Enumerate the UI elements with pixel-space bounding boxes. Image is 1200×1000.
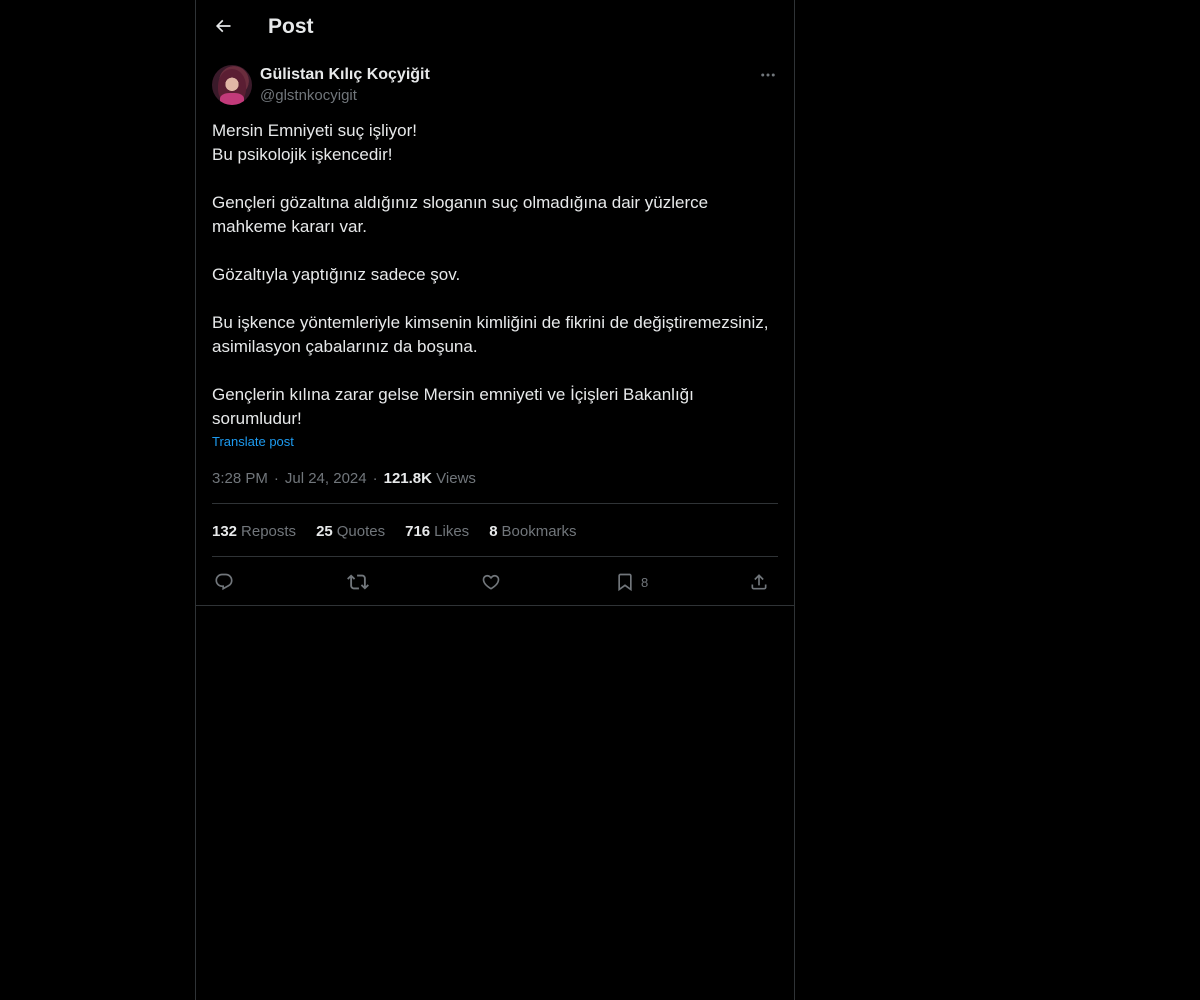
bookmark-count: 8: [641, 574, 649, 590]
author-display-name[interactable]: Gülistan Kılıç Koçyiğit: [260, 65, 430, 85]
reposts-stat[interactable]: 132 Reposts: [212, 522, 296, 542]
post-paragraph: Gözaltıyla yaptığınız sadece şov.: [212, 265, 461, 284]
more-horizontal-icon: [761, 73, 775, 77]
quotes-stat[interactable]: 25 Quotes: [316, 522, 385, 542]
more-options-button[interactable]: [758, 65, 778, 85]
post: Gülistan Kılıç Koçyiğit @glstnkocyigit M…: [196, 53, 794, 606]
stat-label: Reposts: [241, 523, 297, 540]
stat-label: Likes: [434, 523, 470, 540]
share-button[interactable]: [749, 570, 769, 594]
post-text: Mersin Emniyeti suç işliyor! Bu psikoloj…: [212, 119, 772, 431]
stat-count: 132: [212, 523, 238, 540]
author-handle[interactable]: @glstnkocyigit: [260, 86, 357, 106]
post-meta: 3:28 PM · Jul 24, 2024 · 121.8K Views: [212, 469, 476, 489]
like-button[interactable]: [481, 570, 501, 594]
divider: [212, 503, 778, 504]
stat-count: 8: [489, 523, 498, 540]
reply-button[interactable]: [214, 570, 234, 594]
stat-count: 716: [405, 523, 431, 540]
post-paragraph: Bu işkence yöntemleriyle kimsenin kimliğ…: [212, 313, 769, 356]
post-time[interactable]: 3:28 PM: [212, 470, 268, 487]
avatar[interactable]: [212, 65, 252, 105]
post-paragraph: Gençlerin kılına zarar gelse Mersin emni…: [212, 385, 694, 428]
translate-post-link[interactable]: Translate post: [212, 434, 294, 450]
primary-column: Post Gülistan Kılıç Koçyiğit @glstnkocyi…: [195, 0, 795, 1000]
likes-stat[interactable]: 716 Likes: [405, 522, 469, 542]
divider: [212, 556, 778, 557]
views-count: 121.8K: [383, 470, 432, 487]
meta-separator: ·: [372, 470, 378, 487]
post-paragraph: Mersin Emniyeti suç işliyor! Bu psikoloj…: [212, 121, 417, 164]
meta-separator: ·: [273, 470, 279, 487]
stat-label: Bookmarks: [501, 523, 577, 540]
back-button[interactable]: [208, 11, 238, 41]
post-paragraph: Gençleri gözaltına aldığınız sloganın su…: [212, 193, 709, 236]
post-date[interactable]: Jul 24, 2024: [285, 470, 367, 487]
views-label: Views: [436, 470, 476, 487]
bookmark-icon: [618, 573, 632, 592]
action-bar: 8: [212, 566, 778, 598]
heart-icon: [482, 574, 500, 590]
share-icon: [751, 574, 767, 590]
reply-icon: [215, 573, 233, 591]
back-arrow-icon: [215, 19, 231, 33]
repost-button[interactable]: [347, 570, 369, 594]
stat-count: 25: [316, 523, 333, 540]
stat-label: Quotes: [336, 523, 386, 540]
page-title: Post: [268, 15, 314, 38]
page-header: Post: [196, 0, 794, 53]
repost-icon: [347, 574, 369, 590]
bookmark-button[interactable]: 8: [615, 570, 648, 594]
post-stats: 132 Reposts 25 Quotes 716 Likes 8 Bookmarks: [212, 522, 577, 542]
bookmarks-stat[interactable]: 8 Bookmarks: [489, 522, 576, 542]
